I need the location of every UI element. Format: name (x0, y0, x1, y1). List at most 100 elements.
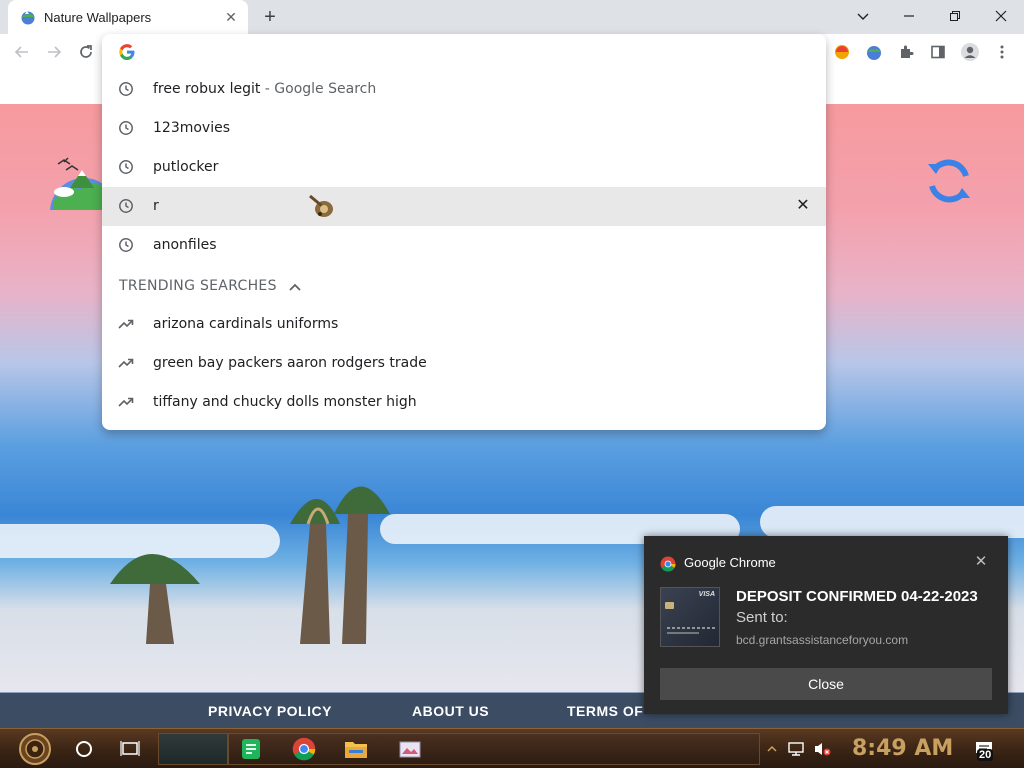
taskbar-search-box[interactable] (158, 733, 228, 765)
new-tab-button[interactable]: + (258, 5, 282, 29)
omnibox-input[interactable] (148, 42, 788, 62)
arrow-right-icon (48, 46, 62, 58)
notification-body: Sent to: (736, 609, 788, 626)
clock-icon (119, 160, 133, 174)
forward-button[interactable] (42, 40, 66, 64)
taskbar-clock[interactable]: 8:49 AM (852, 736, 953, 761)
trending-item[interactable]: arizona cardinals uniforms (102, 305, 826, 344)
back-button[interactable] (10, 40, 34, 64)
volume-button[interactable] (810, 733, 834, 765)
trending-icon (118, 319, 134, 329)
notification-app-name: Google Chrome (684, 555, 776, 570)
yucca-plant (290, 486, 390, 644)
notification-attribution: bcd.grantsassistanceforyou.com (736, 633, 909, 647)
trending-item[interactable]: tiffany and chucky dolls monster high (102, 383, 826, 422)
google-g-icon (119, 44, 135, 60)
extension-1-button[interactable] (830, 40, 854, 64)
network-button[interactable] (784, 733, 808, 765)
cortana-circle-icon (76, 741, 92, 757)
notification-title: DEPOSIT CONFIRMED 04-22-2023 (736, 588, 978, 605)
close-icon (995, 10, 1007, 22)
omnibox-dropdown: free robux legit - Google Search 123movi… (102, 34, 826, 430)
minimize-icon (904, 15, 914, 17)
clock-icon (119, 121, 133, 135)
trending-searches-header[interactable]: TRENDING SEARCHES (119, 278, 277, 294)
close-window-button[interactable] (978, 0, 1024, 32)
colorful-extension-icon (835, 45, 849, 59)
terms-link[interactable]: TERMS OF (567, 703, 643, 719)
tab-search-button[interactable] (840, 0, 886, 32)
start-button[interactable] (14, 733, 56, 765)
puzzle-icon (901, 45, 914, 58)
sync-refresh-icon[interactable] (922, 154, 976, 208)
tab-title: Nature Wallpapers (44, 10, 152, 25)
taskbar-app-sheets[interactable] (235, 733, 267, 765)
kebab-menu-icon (1000, 45, 1004, 59)
speaker-muted-icon (815, 743, 831, 756)
side-panel-icon (931, 45, 945, 59)
remove-suggestion-icon[interactable]: ✕ (794, 197, 812, 215)
taskbar-app-chrome[interactable] (288, 733, 320, 765)
photo-app-icon (399, 741, 421, 758)
trending-text: arizona cardinals uniforms (153, 316, 339, 332)
trending-icon (118, 358, 134, 368)
tab-strip: Nature Wallpapers ✕ + (0, 0, 1024, 34)
notification-close-icon[interactable]: ✕ (972, 553, 990, 571)
notification-count-badge: 20 (977, 749, 994, 761)
side-panel-button[interactable] (926, 40, 950, 64)
globe-favicon-icon (21, 11, 35, 25)
suggestion-item[interactable]: free robux legit - Google Search (102, 70, 826, 109)
site-logo-icon[interactable] (50, 132, 106, 210)
suggestion-text: free robux legit - Google Search (153, 81, 377, 97)
credit-card-image: VISA (660, 587, 720, 647)
folder-icon (345, 742, 367, 758)
restore-icon (950, 11, 960, 21)
about-us-link[interactable]: ABOUT US (412, 703, 489, 719)
tab-nature-wallpapers[interactable]: Nature Wallpapers ✕ (8, 0, 248, 34)
suggestion-item[interactable]: putlocker (102, 148, 826, 187)
suggestion-text: 123movies (153, 120, 231, 136)
yucca-plant (110, 554, 200, 644)
trending-text: tiffany and chucky dolls monster high (153, 394, 417, 410)
tab-close-icon[interactable]: ✕ (222, 8, 240, 26)
notification-close-button[interactable]: Close (660, 668, 992, 700)
cortana-button[interactable] (68, 733, 100, 765)
restore-button[interactable] (932, 0, 978, 32)
green-notes-app-icon (242, 739, 260, 759)
suggestion-item-selected[interactable]: r ✕ (102, 187, 826, 226)
suggestion-text: putlocker (153, 159, 219, 175)
toast-notification[interactable]: Google Chrome ✕ VISA DEPOSIT CONFIRMED 0… (644, 536, 1008, 714)
card-brand: VISA (698, 591, 715, 598)
suggestion-item[interactable]: anonfiles (102, 226, 826, 265)
chevron-up-icon[interactable] (288, 280, 302, 294)
steampunk-start-icon (19, 733, 51, 765)
avatar-icon (961, 43, 979, 61)
suggestion-item[interactable]: 123movies (102, 109, 826, 148)
extensions-button[interactable] (894, 40, 918, 64)
suggestion-suffix: - Google Search (260, 81, 377, 97)
windows-taskbar: 8:49 AM 20 (0, 728, 1024, 768)
reload-button[interactable] (74, 40, 98, 64)
suggestion-text: r (153, 198, 159, 214)
reload-icon (80, 45, 92, 58)
show-hidden-icons-button[interactable] (764, 733, 780, 765)
network-icon (788, 742, 804, 756)
chrome-menu-button[interactable] (990, 40, 1014, 64)
suggestion-text: anonfiles (153, 237, 217, 253)
clock-icon (119, 82, 133, 96)
trending-icon (118, 397, 134, 407)
task-view-button[interactable] (114, 733, 146, 765)
taskbar-app-file-explorer[interactable] (340, 733, 372, 765)
minimize-button[interactable] (886, 0, 932, 32)
clock-icon (119, 199, 133, 213)
chrome-icon (292, 737, 316, 761)
globe-extension-icon (867, 46, 881, 60)
address-bar[interactable] (102, 34, 826, 70)
taskbar-app-photos[interactable] (394, 733, 426, 765)
chevron-down-icon (857, 13, 869, 20)
privacy-policy-link[interactable]: PRIVACY POLICY (208, 703, 332, 719)
trending-text: green bay packers aaron rodgers trade (153, 355, 427, 371)
extension-2-button[interactable] (862, 40, 886, 64)
profile-button[interactable] (958, 40, 982, 64)
trending-item[interactable]: green bay packers aaron rodgers trade (102, 344, 826, 383)
